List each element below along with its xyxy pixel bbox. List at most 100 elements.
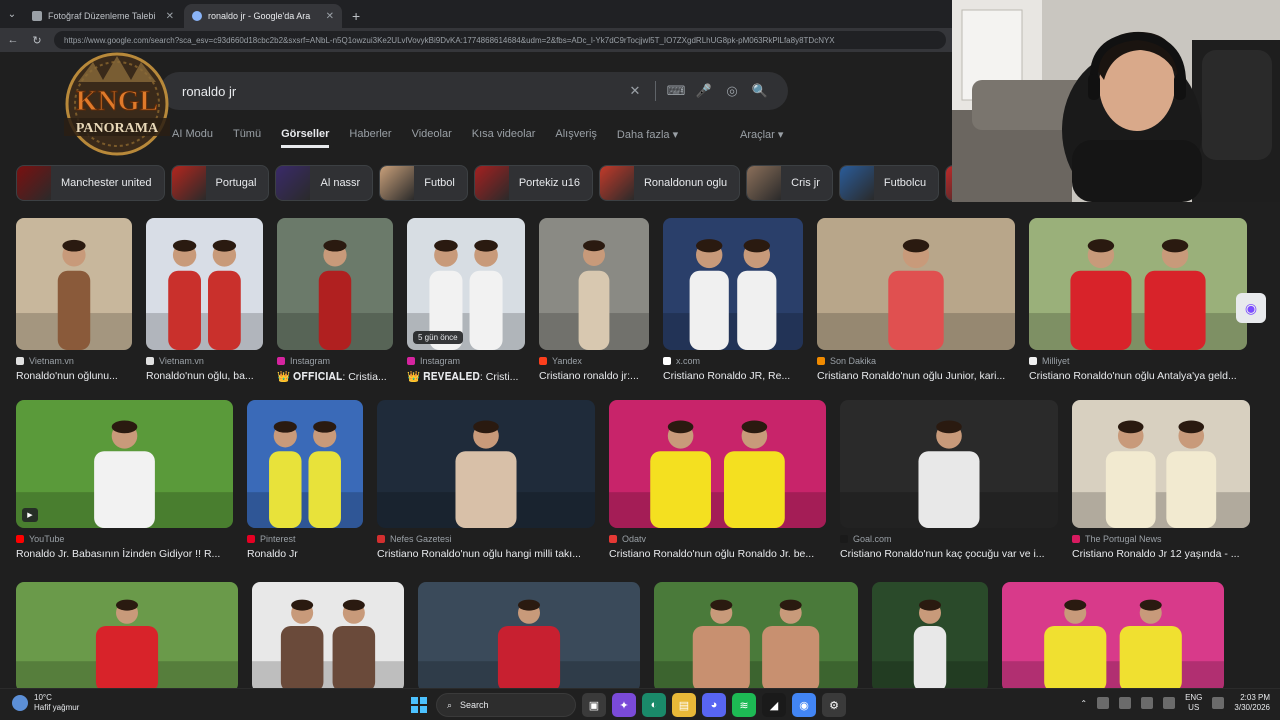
result-thumbnail[interactable] — [1029, 218, 1247, 350]
task-view-icon[interactable]: ▣ — [582, 693, 606, 717]
image-result-card[interactable]: Nefes Gazetesi Cristiano Ronaldo'nun oğlu… — [377, 400, 595, 560]
result-thumbnail[interactable] — [872, 582, 988, 688]
app-icon[interactable]: ◢ — [762, 693, 786, 717]
mic-icon[interactable]: 🎤 — [690, 77, 718, 105]
related-chip[interactable]: Al nassr — [275, 165, 374, 201]
search-tab[interactable]: Daha fazla ▾ — [617, 128, 678, 148]
image-result-card[interactable]: x.com Cristiano Ronaldo JR, Re... — [663, 218, 803, 384]
weather-widget[interactable]: 10°C Hafif yağmur — [12, 693, 79, 713]
image-result-card[interactable]: Yandex Cristiano ronaldo jr:... — [539, 218, 649, 384]
result-thumbnail[interactable] — [146, 218, 263, 350]
result-title[interactable]: Cristiano Ronaldo'nun oğlu Ronaldo Jr. b… — [609, 548, 826, 560]
image-result-card[interactable] — [654, 582, 858, 688]
result-title[interactable]: Cristiano Ronaldo JR, Re... — [663, 370, 803, 382]
image-result-card[interactable] — [872, 582, 988, 688]
result-thumbnail[interactable] — [252, 582, 404, 688]
tab-close-icon[interactable]: ✕ — [166, 11, 174, 22]
image-result-card[interactable]: Son Dakika Cristiano Ronaldo'nun oğlu Jun… — [817, 218, 1015, 384]
clock[interactable]: 2:03 PM 3/30/2026 — [1234, 693, 1270, 713]
result-thumbnail[interactable] — [539, 218, 649, 350]
wifi-icon[interactable] — [1141, 697, 1154, 709]
result-title[interactable]: Cristiano ronaldo jr:... — [539, 370, 649, 382]
image-result-card[interactable]: Odatv Cristiano Ronaldo'nun oğlu Ronaldo … — [609, 400, 826, 560]
result-title[interactable]: 👑 𝐎𝐅𝐅𝐈𝐂𝐈𝐀𝐋: Cristia... — [277, 370, 393, 384]
search-tab[interactable]: Videolar — [412, 128, 452, 148]
result-thumbnail[interactable] — [654, 582, 858, 688]
search-tab[interactable]: Alışveriş — [555, 128, 597, 148]
lens-icon[interactable]: ◎ — [718, 77, 746, 105]
result-title[interactable]: Ronaldo'nun oğlu, ba... — [146, 370, 263, 382]
image-result-card[interactable]: Vietnam.vn Ronaldo'nun oğlu, ba... — [146, 218, 263, 384]
image-result-card[interactable] — [1002, 582, 1224, 688]
clear-icon[interactable]: ✕ — [621, 77, 649, 105]
file-explorer-icon[interactable]: ▤ — [672, 693, 696, 717]
search-tab[interactable]: Görseller — [281, 128, 330, 148]
tray-app-icon[interactable] — [1097, 697, 1110, 709]
related-chip[interactable]: Cris jr — [746, 165, 833, 201]
browser-tab-0[interactable]: Fotoğraf Düzenleme Talebi ✕ — [24, 4, 182, 28]
result-title[interactable]: Ronaldo Jr — [247, 548, 363, 560]
related-chip[interactable]: Ronaldonun oglu — [598, 165, 741, 201]
search-input[interactable]: ronaldo jr — [182, 84, 621, 99]
result-thumbnail[interactable] — [1002, 582, 1224, 688]
steam-icon[interactable] — [1119, 697, 1132, 709]
copilot-icon[interactable]: ✦ — [612, 693, 636, 717]
keyboard-icon[interactable]: ⌨ — [662, 77, 690, 105]
result-title[interactable]: Ronaldo'nun oğlunu... — [16, 370, 132, 382]
result-title[interactable]: 👑 𝐑𝐄𝐕𝐄𝐀𝐋𝐄𝐃: Cristi... — [407, 370, 525, 384]
result-title[interactable]: Cristiano Ronaldo'nun oğlu hangi milli t… — [377, 548, 595, 560]
image-result-card[interactable]: Vietnam.vn Ronaldo'nun oğlunu... — [16, 218, 132, 384]
result-thumbnail[interactable] — [840, 400, 1058, 528]
image-result-card[interactable]: Milliyet Cristiano Ronaldo'nun oğlu Antal… — [1029, 218, 1247, 384]
tools-button[interactable]: Araçlar ▾ — [740, 128, 783, 141]
reload-icon[interactable]: ↻ — [30, 34, 44, 47]
result-thumbnail[interactable] — [247, 400, 363, 528]
result-thumbnail[interactable] — [277, 218, 393, 350]
result-thumbnail[interactable] — [663, 218, 803, 350]
tab-close-icon[interactable]: ✕ — [326, 11, 334, 22]
image-result-card[interactable] — [418, 582, 640, 688]
image-result-card[interactable]: 5 gün önce Instagram 👑 𝐑𝐄𝐕𝐄𝐀𝐋𝐄𝐃: Cristi... — [407, 218, 525, 384]
search-tab[interactable]: Tümü — [233, 128, 261, 148]
taskbar-search[interactable]: ⌕ Search — [436, 693, 576, 717]
result-title[interactable]: Cristiano Ronaldo'nun oğlu Junior, kari.… — [817, 370, 1015, 382]
related-chip[interactable]: Manchester united — [16, 165, 165, 201]
result-title[interactable]: Cristiano Ronaldo'nun kaç çocuğu var ve … — [840, 548, 1058, 560]
related-chip[interactable]: Futbol — [379, 165, 468, 201]
back-arrow-icon[interactable]: ← — [6, 34, 20, 46]
search-icon[interactable]: 🔍 — [746, 77, 774, 105]
result-title[interactable]: Cristiano Ronaldo Jr 12 yaşında - ... — [1072, 548, 1250, 560]
result-thumbnail[interactable] — [418, 582, 640, 688]
chrome-icon[interactable]: ◉ — [792, 693, 816, 717]
tab-search-icon[interactable]: ⌄ — [0, 0, 24, 28]
image-result-card[interactable]: Goal.com Cristiano Ronaldo'nun kaç çocuğu… — [840, 400, 1058, 560]
result-thumbnail[interactable] — [16, 218, 132, 350]
assistant-icon[interactable]: ◉ — [1236, 293, 1266, 323]
new-tab-button[interactable]: + — [344, 4, 368, 28]
image-result-card[interactable]: Pinterest Ronaldo Jr — [247, 400, 363, 560]
related-chip[interactable]: Portugal — [170, 165, 270, 201]
browser-tab-1[interactable]: ronaldo jr - Google'da Ara ✕ — [184, 4, 342, 28]
result-thumbnail[interactable] — [377, 400, 595, 528]
language-indicator[interactable]: ENG US — [1185, 693, 1202, 713]
result-thumbnail[interactable] — [16, 582, 238, 688]
related-chip[interactable]: Futbolcu — [838, 165, 940, 201]
image-result-card[interactable]: The Portugal News Cristiano Ronaldo Jr 12… — [1072, 400, 1250, 560]
result-thumbnail[interactable] — [1072, 400, 1250, 528]
network-icon[interactable] — [1212, 697, 1225, 709]
search-tab[interactable]: Haberler — [349, 128, 391, 148]
spotify-icon[interactable]: ≋ — [732, 693, 756, 717]
result-title[interactable]: Cristiano Ronaldo'nun oğlu Antalya'ya ge… — [1029, 370, 1247, 382]
result-thumbnail[interactable] — [609, 400, 826, 528]
settings-gear-icon[interactable]: ⚙ — [822, 693, 846, 717]
result-thumbnail[interactable]: 5 gün önce — [407, 218, 525, 350]
chevron-up-icon[interactable]: ⌃ — [1080, 699, 1087, 708]
result-title[interactable]: Ronaldo Jr. Babasının İzinden Gidiyor !!… — [16, 548, 233, 560]
windows-start-icon[interactable] — [408, 694, 430, 716]
result-thumbnail[interactable] — [817, 218, 1015, 350]
search-box[interactable]: ronaldo jr ✕ ⌨ 🎤 ◎ 🔍 — [160, 72, 788, 110]
image-result-card[interactable]: Instagram 👑 𝐎𝐅𝐅𝐈𝐂𝐈𝐀𝐋: Cristia... — [277, 218, 393, 384]
image-result-card[interactable] — [16, 582, 238, 688]
result-thumbnail[interactable]: ▶ — [16, 400, 233, 528]
discord-icon[interactable]: ◕ — [702, 693, 726, 717]
